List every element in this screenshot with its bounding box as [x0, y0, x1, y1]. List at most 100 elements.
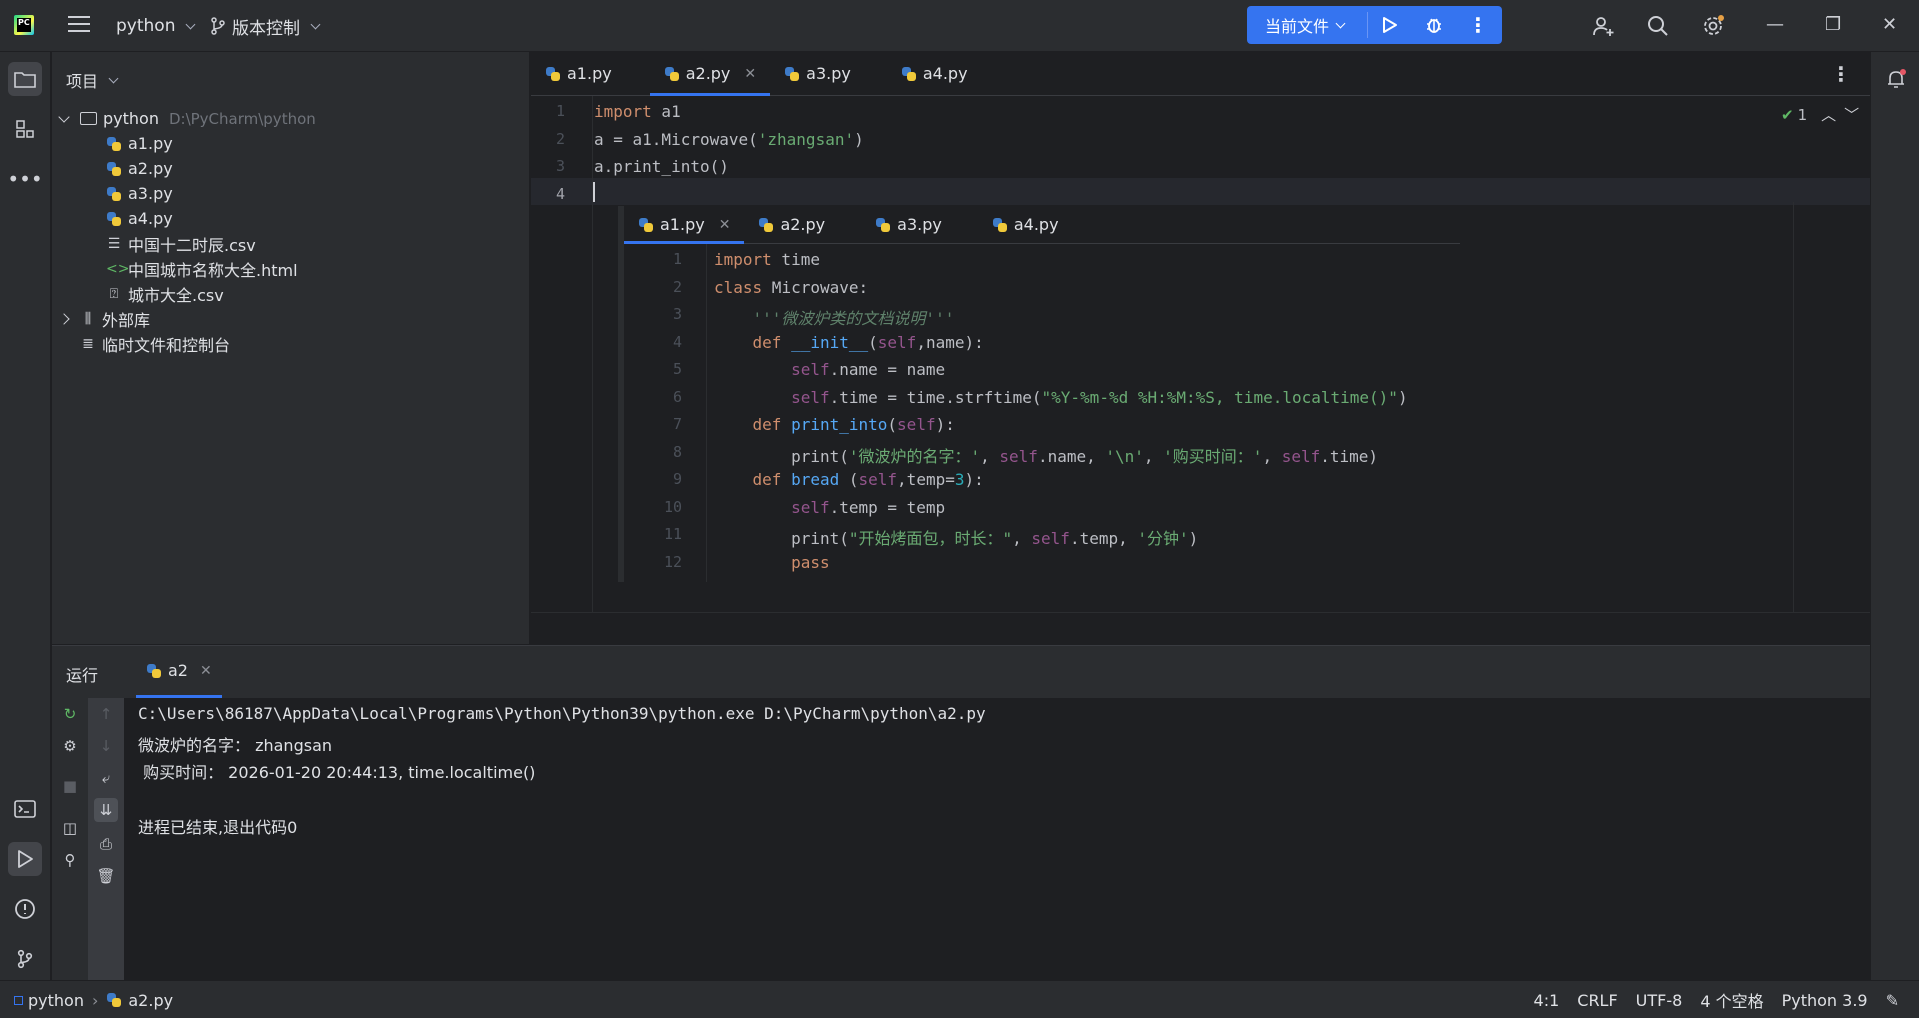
chevron-down-icon	[310, 19, 321, 29]
breadcrumb-file[interactable]: a2.py	[128, 991, 173, 1010]
print-icon[interactable]: ⎙	[94, 832, 118, 856]
root-name: python	[103, 109, 159, 128]
preview-tab-a3[interactable]: a3.py	[861, 206, 956, 244]
unknown-file-icon: ⍰	[109, 285, 119, 302]
breadcrumb-project[interactable]: python	[28, 991, 84, 1010]
tree-root[interactable]: python D:\PyCharm\python	[58, 106, 316, 131]
preview-tab-a4[interactable]: a4.py	[978, 206, 1073, 244]
close-button[interactable]: ✕	[1882, 14, 1897, 35]
structure-tool-button[interactable]	[8, 112, 42, 146]
restore-button[interactable]: ❐	[1825, 14, 1841, 35]
tree-scratches[interactable]: ≣ 临时文件和控制台	[80, 331, 230, 356]
preview-tab-a2[interactable]: a2.py	[744, 206, 839, 244]
right-tool-strip	[1870, 52, 1919, 980]
tab-a1[interactable]: a1.py	[531, 52, 626, 96]
run-button[interactable]	[1368, 6, 1412, 44]
search-button[interactable]	[1645, 13, 1671, 39]
tab-a4[interactable]: a4.py	[887, 52, 982, 96]
more-tools-button[interactable]: •••	[7, 162, 42, 196]
chevron-up-icon[interactable]: ︿	[1821, 104, 1836, 125]
python-file-icon	[106, 211, 122, 227]
console-line: 微波炉的名字： zhangsan	[138, 736, 333, 755]
project-panel-header[interactable]: 项目	[66, 68, 119, 92]
tree-file[interactable]: a1.py	[106, 131, 173, 156]
arrow-up-icon[interactable]: ↑	[94, 702, 118, 726]
tab-options-button[interactable]: ⋮	[1831, 62, 1851, 86]
python-file-icon	[545, 66, 561, 82]
file-encoding[interactable]: UTF-8	[1636, 991, 1683, 1010]
trash-icon[interactable]: 🗑	[94, 864, 118, 888]
line-number: 4	[672, 332, 682, 351]
run-tool-button[interactable]	[8, 842, 42, 876]
close-tab-icon[interactable]: ✕	[744, 66, 756, 82]
tab-a3[interactable]: a3.py	[770, 52, 865, 96]
close-tab-icon[interactable]: ✕	[719, 217, 731, 233]
line-number: 3	[555, 157, 565, 175]
add-user-button[interactable]	[1590, 13, 1616, 39]
project-tool-button[interactable]	[8, 62, 42, 96]
debug-button[interactable]	[1412, 6, 1456, 44]
scroll-to-end-icon[interactable]: ⇊	[94, 798, 118, 822]
stop-icon[interactable]: ■	[58, 774, 82, 798]
notifications-button[interactable]	[1879, 62, 1913, 96]
tree-file[interactable]: ☰ 中国十二时辰.csv	[106, 231, 256, 256]
line-number: 7	[672, 415, 682, 433]
inspection-widget[interactable]: ✔ 1 ︿ ﹀	[1781, 104, 1859, 125]
expand-arrow-icon[interactable]	[58, 312, 70, 325]
tree-file[interactable]: a4.py	[106, 206, 173, 231]
tab-label: a3.py	[897, 215, 942, 234]
python-interpreter[interactable]: Python 3.9	[1782, 991, 1868, 1010]
tab-label: a1.py	[567, 64, 612, 83]
code-line: pass	[791, 552, 830, 572]
chevron-down-icon	[108, 73, 119, 83]
python-file-icon	[875, 217, 891, 233]
inspection-count: 1	[1797, 105, 1808, 124]
arrow-down-icon[interactable]: ↓	[94, 734, 118, 758]
settings-button[interactable]	[1700, 13, 1726, 39]
tab-a2[interactable]: a2.py ✕	[649, 52, 771, 96]
run-config-selector[interactable]: 当前文件	[1247, 13, 1367, 37]
edit-pencil-icon[interactable]: ✎	[1886, 991, 1899, 1010]
code-line: import a1	[594, 102, 681, 121]
problems-tool-button[interactable]	[8, 892, 42, 926]
more-run-actions-button[interactable]: ⋮	[1456, 6, 1500, 44]
project-selector[interactable]: python	[116, 0, 196, 52]
tree-file[interactable]: <> 中国城市名称大全.html	[106, 256, 298, 281]
file-name: a2.py	[128, 159, 173, 178]
main-menu-icon[interactable]	[68, 16, 90, 34]
left-tool-strip: •••	[0, 52, 51, 980]
pin-icon[interactable]: ⚲	[58, 848, 82, 872]
python-file-icon	[106, 186, 122, 202]
tree-external-libs[interactable]: ⫼ 外部库	[58, 306, 150, 331]
title-bar: PC python 版本控制 当前文件 ⋮ — ❐ ✕	[0, 0, 1919, 52]
code-line: print("开始烤面包，时长：", self.temp, '分钟')	[714, 529, 1199, 548]
add-user-icon	[1593, 17, 1614, 36]
preview-tab-a1[interactable]: a1.py ✕	[624, 206, 745, 244]
soft-wrap-icon[interactable]: ⤶	[94, 766, 118, 790]
vcs-menu[interactable]: 版本控制	[210, 0, 321, 52]
editor-tabs: a1.py a2.py ✕ a3.py a4.py	[531, 52, 1870, 96]
code-line: '''微波炉类的文档说明'''	[752, 309, 955, 328]
tree-file[interactable]: a2.py	[106, 156, 173, 181]
layout-icon[interactable]: ◫	[58, 816, 82, 840]
minimize-button[interactable]: —	[1766, 14, 1784, 35]
caret-position[interactable]: 4:1	[1534, 991, 1560, 1010]
code-line: print('微波炉的名字：', self.name, '\n', '购买时间：…	[714, 446, 1379, 466]
chevron-down-icon[interactable]: ﹀	[1844, 104, 1859, 125]
gear-icon[interactable]: ⚙	[58, 734, 82, 758]
expand-arrow-icon[interactable]	[58, 110, 70, 123]
tree-file[interactable]: a3.py	[106, 181, 173, 206]
terminal-tool-button[interactable]	[8, 792, 42, 826]
run-tab-a2[interactable]: a2 ✕	[136, 646, 222, 698]
run-config-label: 当前文件	[1265, 17, 1330, 36]
tree-file[interactable]: ⍰ 城市大全.csv	[106, 281, 224, 306]
python-file-icon	[992, 217, 1008, 233]
file-name: a1.py	[128, 134, 173, 153]
close-tab-icon[interactable]: ✕	[200, 663, 212, 679]
line-separator[interactable]: CRLF	[1577, 991, 1617, 1010]
indent-setting[interactable]: 4 个空格	[1700, 988, 1763, 1012]
git-tool-button[interactable]	[8, 942, 42, 976]
vcs-label: 版本控制	[232, 18, 300, 39]
rerun-icon[interactable]: ↻	[58, 702, 82, 726]
code-line: import time	[714, 250, 820, 269]
